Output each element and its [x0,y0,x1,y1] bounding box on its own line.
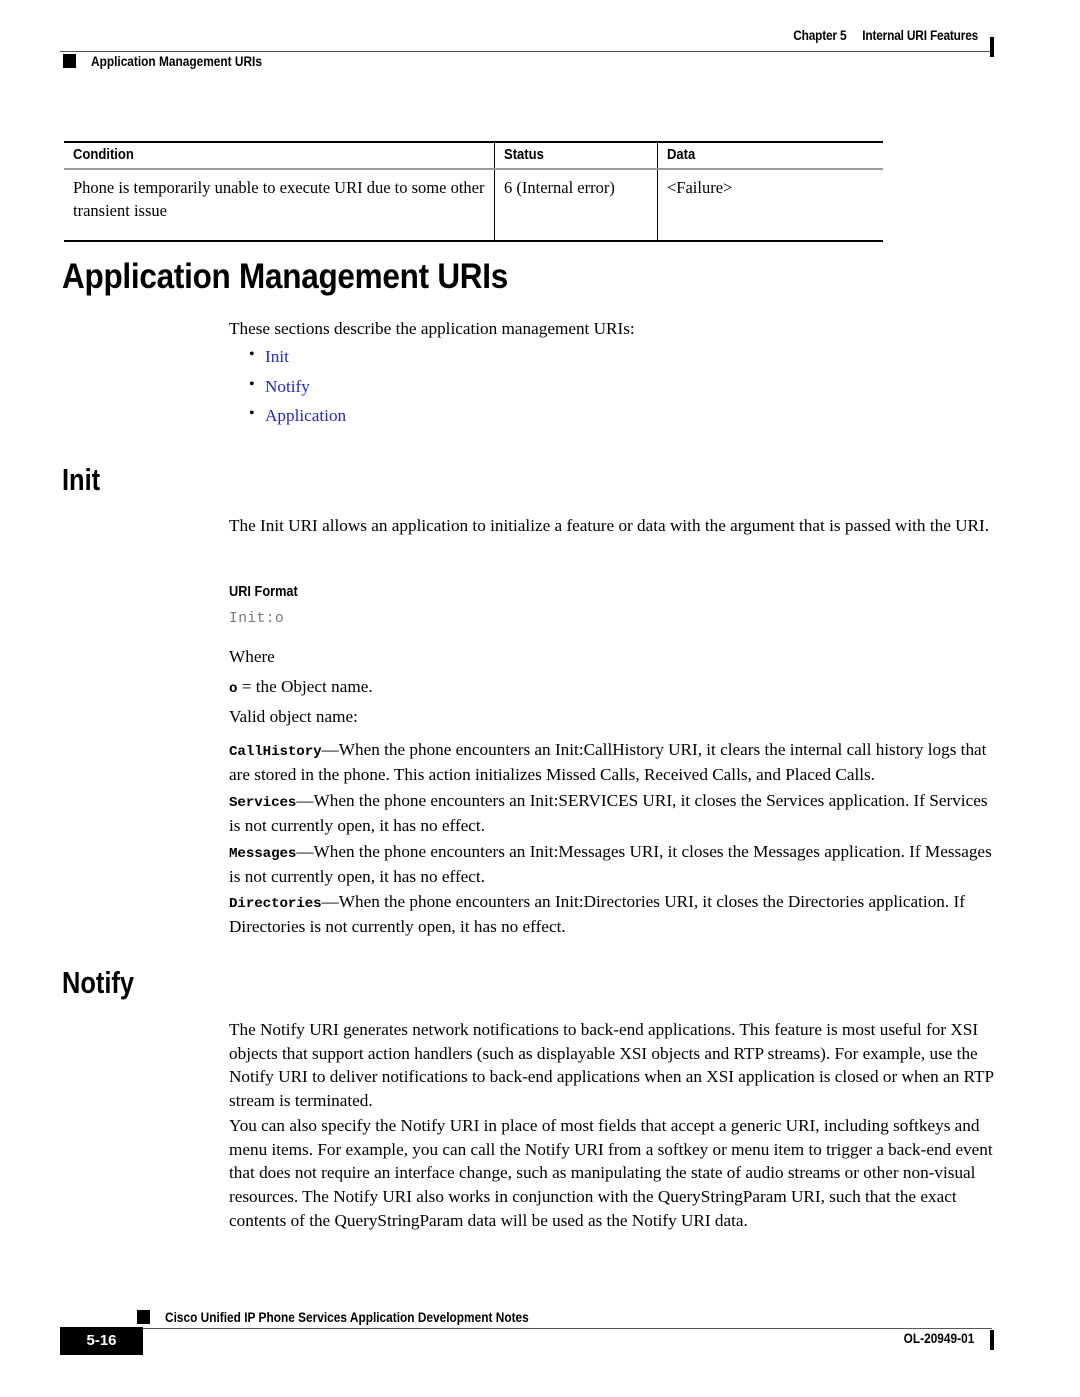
init-intro-paragraph: The Init URI allows an application to in… [229,516,990,535]
init-uri-format-label: URI Format [229,584,298,600]
table-header-row: Condition Status Data [64,141,883,170]
condition-status-table: Condition Status Data Phone is temporari… [64,141,883,242]
page-footer: Cisco Unified IP Phone Services Applicat… [60,1308,994,1368]
list-item: Application [229,404,346,427]
header-chapter-label: Chapter 5 [793,28,847,43]
list-item: Notify [229,375,346,398]
init-object-directories: Directories—When the phone encounters an… [229,890,999,938]
init-uri-format-value: Init:o [229,611,285,627]
footer-document-title: Cisco Unified IP Phone Services Applicat… [165,1310,529,1325]
app-mgmt-link-list: Init Notify Application [229,345,346,435]
link-application[interactable]: Application [265,406,346,425]
footer-page-number: 5-16 [86,1332,117,1349]
init-object-callhistory: CallHistory—When the phone encounters an… [229,738,999,786]
link-notify[interactable]: Notify [265,377,310,396]
init-object-messages-desc: —When the phone encounters an Init:Messa… [229,842,992,886]
link-init[interactable]: Init [265,347,289,366]
init-object-directories-name: Directories [229,896,322,912]
init-object-services-name: Services [229,795,297,811]
init-object-messages-name: Messages [229,846,297,862]
section-heading-init: Init [62,462,101,497]
section-heading-notify: Notify [62,965,135,1000]
table-cell-data: <Failure> [657,169,883,242]
footer-rule [90,1328,992,1329]
init-object-services-desc: —When the phone encounters an Init:SERVI… [229,791,988,835]
table-row: Phone is temporarily unable to execute U… [64,169,883,242]
init-valid-object-label: Valid object name: [229,707,358,726]
init-where-label: Where [229,647,275,666]
header-section-title: Application Management URIs [91,54,262,69]
init-where-definition-text: = the Object name. [237,677,373,696]
app-mgmt-intro-paragraph: These sections describe the application … [229,319,635,338]
page-header: Chapter 5 Internal URI Features Applicati… [60,28,994,74]
header-rule [60,51,992,52]
init-object-callhistory-desc: —When the phone encounters an Init:CallH… [229,740,987,784]
notify-paragraph-2: You can also specify the Notify URI in p… [229,1116,993,1230]
footer-document-number: OL-20949-01 [903,1331,974,1346]
footer-end-bar [990,1330,994,1350]
table-header-condition: Condition [64,141,495,170]
header-chapter-line: Chapter 5 Internal URI Features [793,28,978,43]
init-object-messages: Messages—When the phone encounters an In… [229,840,999,888]
header-square-marker-icon [63,54,76,68]
init-where-definition: o = the Object name. [229,675,999,700]
init-object-callhistory-name: CallHistory [229,744,322,760]
init-object-directories-desc: —When the phone encounters an Init:Direc… [229,892,965,936]
init-object-services: Services—When the phone encounters an In… [229,789,999,837]
table-header-data: Data [657,141,883,170]
table-cell-status: 6 (Internal error) [494,169,658,242]
table-header-status: Status [494,141,658,170]
notify-paragraph-1: The Notify URI generates network notific… [229,1020,994,1111]
list-item: Init [229,345,346,368]
table-cell-condition: Phone is temporarily unable to execute U… [64,169,495,242]
page-title-application-management-uris: Application Management URIs [62,257,509,296]
footer-square-marker-icon [137,1310,150,1324]
header-end-bar [990,37,994,57]
header-chapter-title: Internal URI Features [862,28,978,43]
